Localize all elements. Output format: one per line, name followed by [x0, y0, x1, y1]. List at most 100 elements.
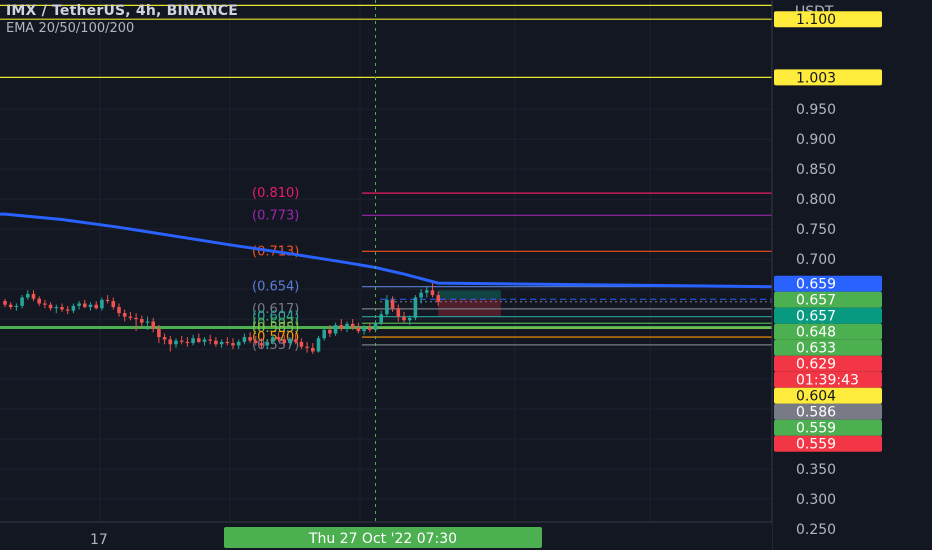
price-badge-label: 0.559: [796, 437, 836, 453]
time-axis[interactable]: 17 Thu 27 Oct '22 07:30: [0, 521, 772, 550]
candle-body: [413, 297, 418, 318]
candle-body: [407, 317, 412, 321]
price-chart[interactable]: (0.810)(0.773)(0.713)(0.654)(0.617)(0.60…: [0, 0, 932, 550]
candle-body: [236, 341, 241, 346]
candle-body: [151, 321, 155, 329]
candle-body: [333, 325, 338, 334]
candle-body: [88, 304, 93, 308]
candle-body: [3, 301, 7, 305]
candle-body: [105, 299, 110, 302]
candle-body: [328, 329, 332, 334]
price-tick-label: 0.300: [796, 492, 836, 508]
price-badge-label: 0.648: [796, 325, 836, 341]
price-badge-label: 0.657: [796, 309, 836, 325]
time-tick-label: 17: [90, 532, 108, 548]
price-badge-label: 0.633: [796, 341, 836, 357]
candle-body: [122, 313, 127, 317]
candle-body: [191, 338, 195, 344]
candle-body: [174, 340, 178, 345]
price-badge-label: 0.659: [796, 277, 836, 293]
price-tick-label: 0.850: [796, 162, 836, 178]
price-badge-label: 0.604: [796, 389, 836, 405]
grid: [0, 0, 772, 550]
price-badge-label: 0.657: [796, 293, 836, 309]
candle-body: [311, 347, 315, 352]
candle-body: [134, 317, 138, 320]
price-badge-label: 01:39:43: [796, 373, 859, 389]
indicator-label[interactable]: EMA 20/50/100/200: [6, 20, 238, 37]
candle-body: [65, 309, 70, 311]
candle-body: [350, 323, 355, 328]
fib-level-label: (0.654): [252, 280, 299, 295]
candle-body: [356, 327, 361, 332]
candle-body: [254, 340, 258, 344]
candle-body: [202, 339, 207, 342]
candle-body: [48, 304, 53, 309]
candle-body: [54, 307, 59, 309]
fib-level-label: (0.557): [252, 338, 299, 353]
candle-body: [219, 341, 224, 345]
candle-body: [179, 340, 184, 342]
candle-body: [368, 327, 372, 330]
price-badge-label: 0.559: [796, 421, 836, 437]
candle-body: [77, 303, 81, 306]
candle-body: [94, 304, 98, 309]
candle-body: [197, 338, 201, 342]
candle-body: [128, 316, 133, 318]
candle-body: [214, 340, 218, 345]
candle-body: [14, 305, 19, 308]
candle-body: [396, 308, 401, 317]
candle-body: [276, 337, 281, 340]
candle-body: [43, 303, 47, 305]
crosshair-time-label: Thu 27 Oct '22 07:30: [308, 531, 457, 547]
candle-body: [259, 343, 264, 346]
candle-body: [71, 305, 76, 311]
fib-level-label: (0.773): [252, 208, 299, 223]
price-badge-label: 1.003: [796, 70, 836, 86]
candle-body: [83, 303, 87, 308]
price-badge-label: 0.586: [796, 405, 836, 421]
candle-body: [282, 339, 287, 344]
candle-body: [145, 321, 150, 323]
candle-body: [436, 295, 440, 302]
candle-body: [100, 299, 104, 309]
candle-body: [385, 299, 389, 315]
candle-body: [402, 316, 406, 321]
candle-body: [390, 299, 395, 309]
fib-level-label: (0.810): [252, 186, 299, 201]
candle-body: [299, 341, 304, 347]
price-tick-label: 0.700: [796, 252, 836, 268]
candle-body: [305, 346, 309, 348]
position-tool[interactable]: [438, 290, 501, 317]
candle-body: [20, 297, 24, 306]
candle-body: [265, 341, 269, 346]
candle-body: [225, 341, 230, 344]
candle-body: [31, 293, 36, 299]
candle-body: [379, 314, 383, 323]
candle-body: [339, 325, 344, 329]
candle-body: [157, 328, 161, 338]
price-tick-label: 0.750: [796, 222, 836, 238]
candle-body: [111, 301, 116, 308]
plot-background: [0, 0, 772, 550]
candle-body: [293, 339, 298, 342]
price-tick-label: 0.350: [796, 462, 836, 478]
price-tick-label: 0.250: [796, 522, 836, 538]
price-badge-label: 0.629: [796, 357, 836, 373]
price-tick-label: 0.800: [796, 192, 836, 208]
candle-body: [8, 304, 13, 308]
symbol-title[interactable]: IMX / TetherUS, 4h, BINANCE: [6, 3, 238, 20]
candle-body: [316, 338, 321, 352]
candle-body: [185, 341, 190, 344]
price-tick-label: 0.900: [796, 132, 836, 148]
candle-body: [248, 337, 252, 341]
candle-body: [322, 329, 326, 339]
candle-body: [345, 323, 349, 329]
candle-body: [231, 343, 235, 346]
candle-body: [430, 290, 435, 296]
candle-body: [242, 337, 247, 342]
candle-body: [26, 293, 30, 298]
chart-legend: IMX / TetherUS, 4h, BINANCE EMA 20/50/10…: [6, 3, 238, 37]
candle-body: [117, 307, 121, 314]
price-tick-label: 0.950: [796, 102, 836, 118]
